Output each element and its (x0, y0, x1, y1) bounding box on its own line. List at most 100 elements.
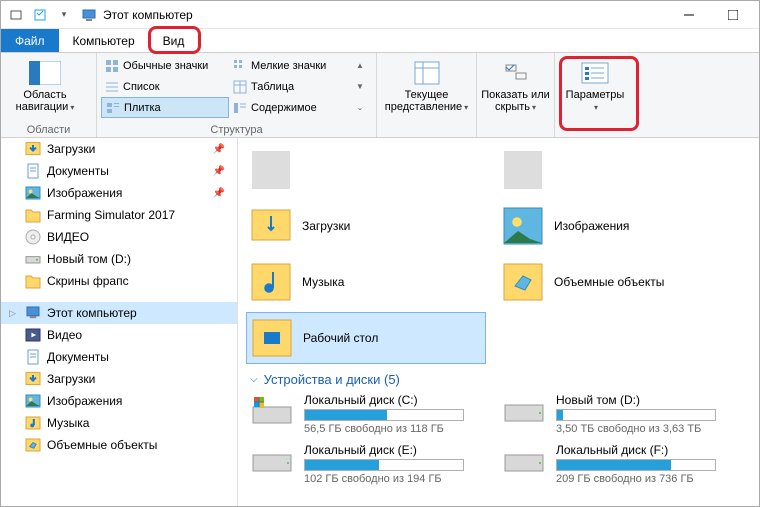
folder-tile[interactable]: Загрузки (246, 200, 486, 252)
sidebar-item[interactable]: Farming Simulator 2017 (1, 204, 237, 226)
tile-label: Рабочий стол (303, 331, 378, 345)
sidebar-item[interactable]: Музыка (1, 412, 237, 434)
sidebar-item[interactable]: ▷Этот компьютер (1, 302, 237, 324)
ribbon-group-panes-label: Области (5, 123, 92, 137)
options-button[interactable]: Параметры▾ (559, 55, 631, 113)
sidebar-item[interactable]: Скрины фрапс (1, 270, 237, 292)
drives-section-header[interactable]: ⌵ Устройства и диски (5) (246, 364, 759, 391)
maximize-button[interactable] (711, 1, 755, 29)
tab-computer[interactable]: Компьютер (59, 29, 149, 52)
pc-icon (81, 7, 97, 23)
sidebar-item-label: Видео (47, 328, 82, 342)
sidebar-item[interactable]: Видео (1, 324, 237, 346)
layout-scroll-down[interactable]: ▼ (351, 76, 369, 97)
current-view-button[interactable]: Текущее представление▾ (381, 55, 472, 113)
drive-name: Новый том (D:) (556, 393, 734, 407)
drive-icon (502, 393, 546, 429)
folder-tiles: ЗагрузкиИзображения Музыка Объемные объект… (246, 144, 759, 364)
window-controls (667, 1, 755, 29)
window-title: Этот компьютер (103, 8, 193, 22)
content-icon (233, 101, 247, 115)
show-hide-icon (500, 59, 532, 87)
pictures-icon (25, 185, 41, 201)
folder-tile[interactable]: Объемные объекты (498, 256, 738, 308)
pc-icon (25, 305, 41, 321)
layout-scroll-up[interactable]: ▲ (351, 55, 369, 76)
downloads-icon (25, 371, 41, 387)
sidebar-item[interactable]: ВИДЕО (1, 226, 237, 248)
drive-tile[interactable]: Новый том (D:) 3,50 ТБ свободно из 3,63 … (498, 391, 738, 437)
sidebar-item[interactable]: Новый том (D:) (1, 248, 237, 270)
sidebar-item[interactable]: Документы (1, 346, 237, 368)
ribbon-group-options: Параметры▾ (555, 53, 635, 137)
drive-free-text: 3,50 ТБ свободно из 3,63 ТБ (556, 423, 734, 435)
ribbon-tabs: Файл Компьютер Вид (1, 29, 759, 53)
sidebar-item[interactable]: Загрузки📌 (1, 138, 237, 160)
ribbon-group-layout: Обычные значки Мелкие значки ▲ Список Та… (97, 53, 377, 137)
sidebar-item[interactable]: Документы 📌 (1, 160, 237, 182)
drive-free-text: 102 ГБ свободно из 194 ГБ (304, 473, 482, 485)
disc-icon (25, 229, 41, 245)
3d-icon (25, 437, 41, 453)
drive-usage-bar (304, 459, 464, 471)
downloads-icon (250, 205, 292, 247)
navigation-pane-button[interactable]: Область навигации▾ (5, 55, 85, 113)
qat-back-icon[interactable] (5, 4, 27, 26)
desktop-icon (251, 317, 293, 359)
chevron-down-icon: ▾ (70, 103, 74, 112)
show-hide-button[interactable]: Показать или скрыть▾ (481, 55, 550, 113)
3d-icon (502, 261, 544, 303)
folder-tile[interactable]: Изображения (498, 200, 738, 252)
folder-tile[interactable]: Музыка (246, 256, 486, 308)
sidebar-item-label: Документы (47, 350, 109, 364)
drive-name: Локальный диск (F:) (556, 443, 734, 457)
drive-tile[interactable]: Локальный диск (C:) 56,5 ГБ свободно из … (246, 391, 486, 437)
layout-details[interactable]: Таблица (229, 76, 351, 97)
drive-icon (25, 251, 41, 267)
pin-icon: 📌 (213, 144, 225, 155)
folder-icon (25, 207, 41, 223)
main-area: Загрузки📌Документы📌Изображения📌Farming S… (1, 138, 759, 506)
music-icon (25, 415, 41, 431)
layout-medium-icons[interactable]: Обычные значки (101, 55, 229, 76)
folder-tile[interactable]: Рабочий стол (246, 312, 486, 364)
ribbon-group-show-hide: Показать или скрыть▾ (477, 53, 555, 137)
layout-expand[interactable]: ⌄ (351, 97, 369, 118)
table-icon (233, 80, 247, 94)
documents-icon (25, 163, 41, 179)
drive-tile[interactable]: Локальный диск (F:) 209 ГБ свободно из 7… (498, 441, 738, 487)
pin-icon: 📌 (213, 166, 225, 177)
layout-list[interactable]: Список (101, 76, 229, 97)
chevron-right-icon: ▷ (9, 308, 16, 319)
layout-tiles[interactable]: Плитка (101, 97, 229, 118)
drive-icon (250, 443, 294, 479)
qat-dropdown-icon[interactable]: ▾ (53, 4, 75, 26)
tile-label: Музыка (302, 275, 344, 289)
folder-tile[interactable] (246, 144, 486, 196)
sidebar-item[interactable]: Объемные объекты (1, 434, 237, 456)
downloads-icon (25, 141, 41, 157)
layout-content[interactable]: Содержимое (229, 97, 351, 118)
sidebar-item[interactable]: Изображения📌 (1, 182, 237, 204)
tiles-icon (106, 101, 120, 115)
sidebar-item[interactable]: Изображения (1, 390, 237, 412)
quick-access-toolbar: ▾ (5, 4, 75, 26)
drive-usage-bar (556, 459, 716, 471)
folder-tile[interactable] (498, 144, 738, 196)
tile-label: Объемные объекты (554, 275, 664, 289)
folder-partial-icon (502, 149, 544, 191)
sidebar-item-label: Документы (47, 164, 109, 178)
qat-properties-icon[interactable] (29, 4, 51, 26)
minimize-button[interactable] (667, 1, 711, 29)
video-partial-icon (250, 149, 292, 191)
sidebar-item-label: Загрузки (47, 372, 95, 386)
layout-small-icons[interactable]: Мелкие значки (229, 55, 351, 76)
drive-tile[interactable]: Локальный диск (E:) 102 ГБ свободно из 1… (246, 441, 486, 487)
tab-view[interactable]: Вид (149, 29, 199, 52)
drive-name: Локальный диск (E:) (304, 443, 482, 457)
sidebar-item[interactable]: Загрузки (1, 368, 237, 390)
tab-file[interactable]: Файл (1, 29, 59, 52)
medium-icons-icon (105, 59, 119, 73)
content-area: ЗагрузкиИзображения Музыка Объемные объект… (238, 138, 759, 506)
ribbon-group-layout-label: Структура (101, 123, 372, 137)
